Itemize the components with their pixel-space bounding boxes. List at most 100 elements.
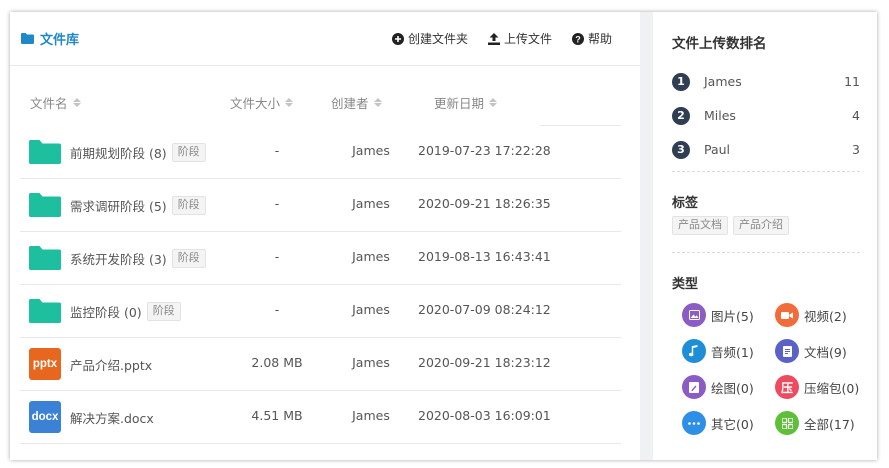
section-divider [672,252,860,253]
rank-badge: 2 [672,107,690,125]
file-size: - [274,143,280,158]
file-name-text: 前期规划阶段 (8) [70,146,167,161]
svg-text:?: ? [575,34,581,44]
type-filter-archive[interactable]: 压 压缩包(0) [775,375,859,399]
type-label: 绘图(0) [711,380,754,396]
file-owner: James [352,143,390,158]
drawing-icon [682,375,706,399]
type-filter-video[interactable]: 视频(2) [775,303,847,327]
file-owner: James [352,408,390,423]
column-header-owner[interactable]: 创建者 [331,93,382,112]
rank-badge: 1 [672,73,690,91]
file-size: - [274,196,280,211]
type-filter-drawing[interactable]: 绘图(0) [682,375,754,399]
file-size: - [274,249,280,264]
type-label: 全部(17) [804,416,855,432]
upload-icon [487,32,500,45]
folder-icon [29,246,61,270]
video-icon [775,303,799,327]
sidebar-panel: 文件上传数排名 1 James 11 2 Miles 4 3 Paul 3 标签… [653,12,877,460]
type-filter-document[interactable]: 文档(9) [775,339,847,363]
more-icon [682,411,706,435]
file-name-text: 产品介绍.pptx [70,358,153,373]
pptx-file-icon: pptx [29,348,61,380]
sort-icon [72,98,81,107]
rank-badge: 3 [672,141,690,159]
table-row[interactable]: 系统开发阶段 (3) 阶段 - James 2019-08-13 16:43:41 [20,232,621,285]
file-name[interactable]: 前期规划阶段 (8) 阶段 [70,143,206,162]
rank-count: 4 [852,108,860,123]
upload-file-button[interactable]: 上传文件 [487,30,552,47]
file-owner: James [352,196,390,211]
column-size-label: 文件大小 [230,96,281,111]
table-header: 文件名 文件大小 创建者 更新日期 [10,76,640,126]
file-date: 2019-08-13 16:43:41 [418,249,551,264]
document-icon [775,339,799,363]
rank-count: 11 [844,74,860,89]
file-name[interactable]: 监控阶段 (0) 阶段 [70,302,181,321]
file-date: 2020-09-21 18:26:35 [418,196,551,211]
type-filter-audio[interactable]: 音频(1) [682,339,754,363]
type-label: 其它(0) [711,416,754,432]
tag-chip[interactable]: 产品介绍 [733,216,789,235]
file-date: 2019-07-23 17:22:28 [418,143,551,158]
type-filter-image[interactable]: 图片(5) [682,303,754,327]
file-list-panel: 文件库 创建文件夹 上传文件 ? 帮助 文件名 文件大小 创建者 更新日期 前期… [10,12,640,460]
stage-tag: 阶段 [171,249,206,268]
tag-chip[interactable]: 产品文档 [672,216,728,235]
file-name-text: 系统开发阶段 (3) [70,252,167,267]
file-date: 2020-09-21 18:23:12 [418,355,551,370]
column-date-label: 更新日期 [434,96,485,111]
question-circle-icon: ? [571,32,584,45]
rank-name: Paul [704,142,731,157]
file-name[interactable]: 需求调研阶段 (5) 阶段 [70,196,206,215]
type-label: 压缩包(0) [804,380,860,396]
file-size: 4.51 MB [251,408,303,423]
image-icon [682,303,706,327]
table-row[interactable]: 前期规划阶段 (8) 阶段 - James 2019-07-23 17:22:28 [20,126,621,179]
music-icon [682,339,706,363]
stage-tag: 阶段 [171,196,206,215]
create-folder-label: 创建文件夹 [407,32,468,46]
all-icon [775,411,799,435]
column-header-name[interactable]: 文件名 [30,93,81,112]
type-label: 音频(1) [711,344,754,360]
folder-icon [29,299,61,323]
page: 文件库 创建文件夹 上传文件 ? 帮助 文件名 文件大小 创建者 更新日期 前期… [0,0,889,468]
rank-name: James [704,74,742,89]
type-filter-other[interactable]: 其它(0) [682,411,754,435]
folder-icon [29,140,61,164]
help-button[interactable]: ? 帮助 [571,30,612,47]
sort-icon [373,98,382,107]
rank-count: 3 [852,142,860,157]
file-name[interactable]: 产品介绍.pptx [70,355,152,374]
create-folder-button[interactable]: 创建文件夹 [391,30,468,47]
archive-icon: 压 [775,375,799,399]
table-row[interactable]: pptx 产品介绍.pptx 2.08 MB James 2020-09-21 … [20,338,621,391]
stage-tag: 阶段 [171,143,206,162]
types-title: 类型 [672,277,699,292]
file-name-text: 需求调研阶段 (5) [70,199,167,214]
table-row[interactable]: 监控阶段 (0) 阶段 - James 2020-07-09 08:24:12 [20,285,621,338]
column-name-label: 文件名 [30,96,68,111]
file-date: 2020-08-03 16:09:01 [418,408,551,423]
stage-tag: 阶段 [146,302,181,321]
file-name[interactable]: 系统开发阶段 (3) 阶段 [70,249,206,268]
column-header-date[interactable]: 更新日期 [434,93,498,112]
type-label: 图片(5) [711,308,754,324]
file-size: 2.08 MB [251,355,303,370]
type-filter-all[interactable]: 全部(17) [775,411,855,435]
table-row[interactable]: 需求调研阶段 (5) 阶段 - James 2020-09-21 18:26:35 [20,179,621,232]
file-name[interactable]: 解决方案.docx [70,408,154,427]
sort-icon [489,98,498,107]
sort-icon [285,98,294,107]
column-header-size[interactable]: 文件大小 [230,93,294,112]
table-row[interactable]: docx 解决方案.docx 4.51 MB James 2020-08-03 … [20,391,621,444]
library-title[interactable]: 文件库 [21,29,79,48]
file-date: 2020-07-09 08:24:12 [418,302,551,317]
plus-circle-icon [391,32,404,45]
upload-file-label: 上传文件 [503,32,552,46]
library-title-text: 文件库 [40,33,80,48]
tag-list: 产品文档 产品介绍 [672,216,789,235]
type-label: 文档(9) [804,344,847,360]
